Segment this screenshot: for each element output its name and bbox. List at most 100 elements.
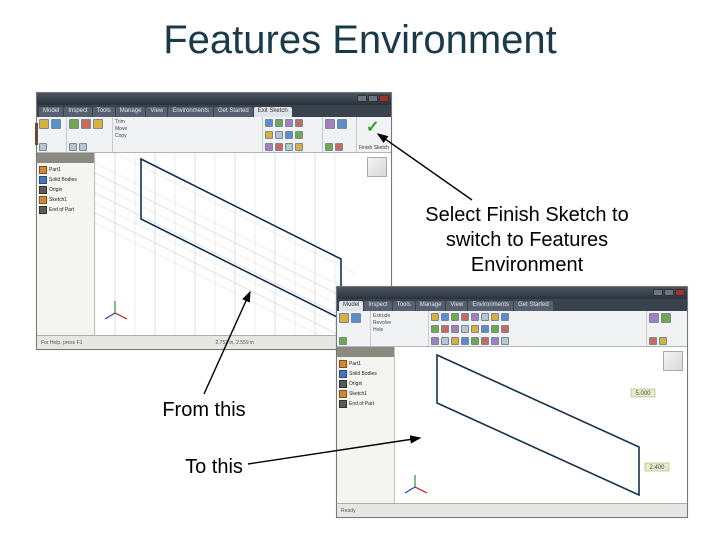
tool-icon — [325, 119, 335, 129]
dimension-label: 2.400 — [649, 465, 665, 471]
finish-sketch-button: Finish Sketch — [357, 117, 391, 152]
tab: Get Started — [214, 107, 253, 117]
tool-icon — [471, 337, 479, 345]
tab: View — [446, 301, 467, 311]
checkmark-icon — [366, 119, 382, 133]
tool-icon — [461, 337, 469, 345]
tool-icon — [81, 119, 91, 129]
tab-active: Model — [339, 301, 363, 311]
isometric-sketch-drawing: 5.000 2.400 — [395, 347, 687, 503]
tree-item: Solid Bodies — [39, 175, 92, 185]
tool-icon — [481, 313, 489, 321]
tool-icon — [69, 143, 77, 151]
tool-icon — [285, 119, 293, 127]
tool-icon — [339, 313, 349, 323]
tool-icon — [491, 325, 499, 333]
tool-icon — [265, 131, 273, 139]
tab: Tools — [93, 107, 115, 117]
model-browser: Part1 Solid Bodies Origin Sketch1 End of… — [37, 153, 95, 335]
finish-sketch-label: Finish Sketch — [359, 145, 389, 151]
caption-from-this: From this — [154, 398, 254, 423]
tool-icon — [431, 325, 439, 333]
model-browser: Part1 Solid Bodies Origin Sketch1 End of… — [337, 347, 395, 503]
drawing-canvas: 5.000 2.400 — [395, 347, 687, 503]
tool-icon — [39, 143, 47, 151]
tool-icon — [275, 131, 283, 139]
tool-icon — [69, 119, 79, 129]
tool-icon — [431, 313, 439, 321]
tool-icon — [351, 313, 361, 323]
titlebar — [37, 93, 391, 105]
tree-item: Solid Bodies — [339, 369, 392, 379]
tool-icon — [51, 119, 61, 129]
view-cube-icon — [367, 157, 387, 177]
tool-icon — [491, 313, 499, 321]
tool-icon — [649, 313, 659, 323]
tool-icon — [441, 325, 449, 333]
ribbon-label: Trim — [115, 119, 260, 125]
tab: Inspect — [64, 107, 91, 117]
tool-icon — [325, 143, 333, 151]
tree-item: Origin — [39, 185, 92, 195]
ribbon-tabs: Model Inspect Tools Manage View Environm… — [37, 105, 391, 117]
tree-item: Origin — [339, 379, 392, 389]
tool-icon — [295, 143, 303, 151]
screenshot-features-window: Model Inspect Tools Manage View Environm… — [336, 286, 688, 518]
status-bar: Ready — [337, 503, 687, 517]
ribbon-label: Move — [115, 126, 260, 132]
tool-icon — [501, 313, 509, 321]
tool-icon — [295, 131, 303, 139]
tool-icon — [335, 143, 343, 151]
ribbon-label: Hole — [373, 327, 426, 333]
tree-item: Sketch1 — [39, 195, 92, 205]
tool-icon — [285, 143, 293, 151]
ribbon-tabs: Model Inspect Tools Manage View Environm… — [337, 299, 687, 311]
tool-icon — [461, 325, 469, 333]
tree-item: End of Part — [39, 205, 92, 215]
tool-icon — [275, 143, 283, 151]
tool-icon — [501, 337, 509, 345]
status-coords: 2.753 in, 2.559 in — [216, 340, 254, 346]
tool-icon — [471, 313, 479, 321]
tool-icon — [337, 119, 347, 129]
dimension-label: 5.000 — [635, 391, 651, 397]
tool-icon — [265, 119, 273, 127]
tab: Model — [39, 107, 63, 117]
tool-icon — [339, 337, 347, 345]
tab: Environments — [168, 107, 213, 117]
ribbon-label: Copy — [115, 133, 260, 139]
tool-icon — [79, 143, 87, 151]
tool-icon — [451, 337, 459, 345]
status-text: For Help, press F1 — [41, 340, 82, 346]
slide-title: Features Environment — [0, 18, 720, 63]
status-text: Ready — [341, 508, 355, 514]
tool-icon — [295, 119, 303, 127]
tool-icon — [265, 143, 273, 151]
tool-icon — [649, 337, 657, 345]
tree-item: Sketch1 — [339, 389, 392, 399]
tool-icon — [285, 131, 293, 139]
tab-active: Exit Sketch — [254, 107, 292, 117]
tool-icon — [491, 337, 499, 345]
tool-icon — [471, 325, 479, 333]
titlebar — [337, 287, 687, 299]
tool-icon — [441, 313, 449, 321]
ribbon: Trim Move Copy Finish Sketch — [37, 117, 391, 153]
tree-item: Part1 — [39, 165, 92, 175]
tab: View — [146, 107, 167, 117]
tool-icon — [659, 337, 667, 345]
ribbon-label: Extrude — [373, 313, 426, 319]
tool-icon — [451, 313, 459, 321]
tree-item: End of Part — [339, 399, 392, 409]
tab: Environments — [468, 301, 513, 311]
tab: Tools — [393, 301, 415, 311]
tool-icon — [661, 313, 671, 323]
view-cube-icon — [663, 351, 683, 371]
tool-icon — [93, 119, 103, 129]
tool-icon — [481, 337, 489, 345]
tool-icon — [481, 325, 489, 333]
tool-icon — [431, 337, 439, 345]
tab: Manage — [416, 301, 446, 311]
tool-icon — [501, 325, 509, 333]
window-controls — [653, 289, 685, 296]
